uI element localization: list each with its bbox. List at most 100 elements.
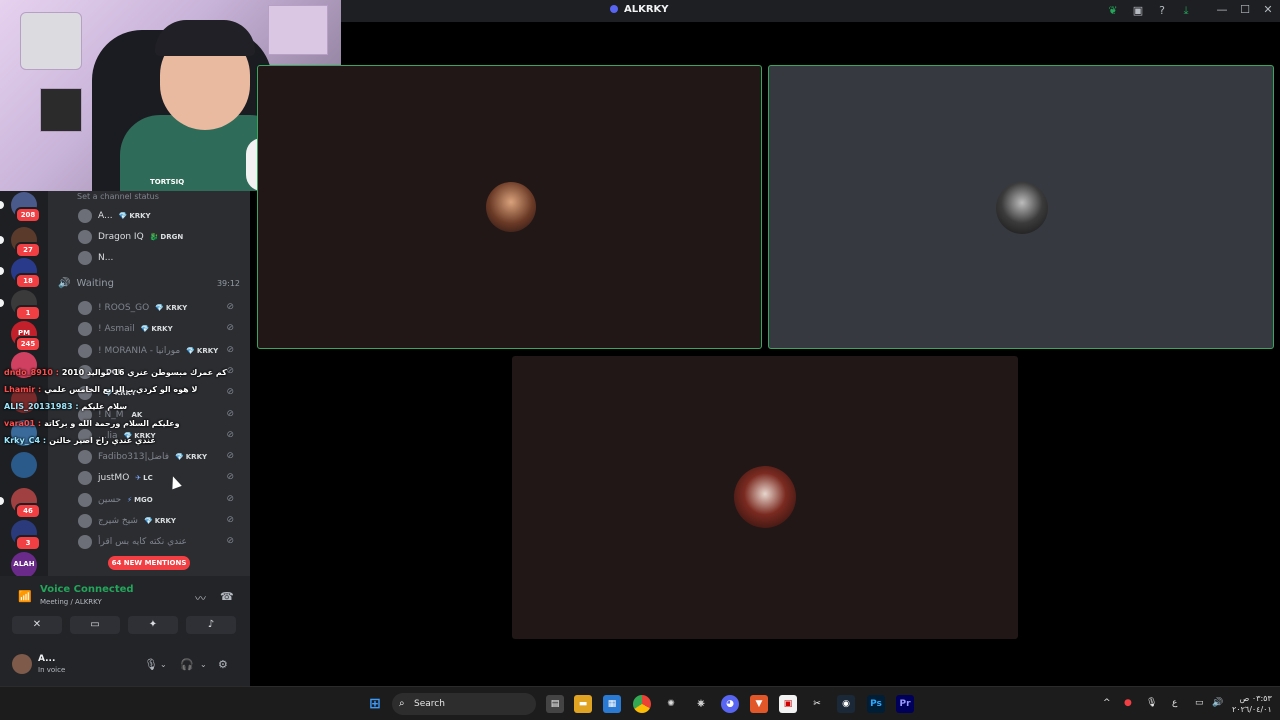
activities-button[interactable]: ✦ (128, 616, 178, 634)
voice-member[interactable]: شيخ شيرج 💎 KRKY ⊘ (78, 511, 246, 531)
camera-button[interactable]: ✕ (12, 616, 62, 634)
file-explorer-icon[interactable]: ▬ (574, 695, 592, 713)
server-icon[interactable]: 46 (0, 488, 41, 519)
server-icon[interactable] (11, 452, 37, 478)
task-view-icon[interactable]: ▤ (546, 695, 564, 713)
server-icon[interactable]: 27 (0, 227, 41, 258)
server-icon[interactable]: 1 (0, 290, 41, 321)
tray-microphone-icon[interactable]: 🎙 (1146, 698, 1157, 708)
tray-app-icon[interactable]: ● (1124, 698, 1132, 708)
chat-text: كم عمرك مبسوطن عنري 16 مواليد 2010 (61, 368, 227, 377)
voice-connected-status: Voice Connected (40, 584, 134, 595)
notes-app-icon[interactable]: ▣ (779, 695, 797, 713)
maximize-button[interactable]: ☐ (1234, 3, 1256, 19)
unread-indicator (0, 267, 4, 275)
member-clan-tag: 💎 KRKY (141, 325, 173, 333)
network-icon[interactable]: ▭ (1195, 698, 1204, 708)
server-icon[interactable]: 208 (0, 192, 41, 223)
chat-message: Lhamir : لا هوه الو كردي بـ الرابع الخامس… (4, 385, 197, 394)
server-icon[interactable]: 18 (0, 258, 41, 289)
server-label: ALAH (13, 560, 35, 568)
silver-play-button-plaque (20, 12, 82, 70)
voice-member[interactable]: Fadibo313|فاضل 💎 KRKY ⊘ (78, 447, 246, 467)
video-tile-3[interactable] (512, 356, 1018, 639)
mention-badge: 1 (15, 305, 41, 321)
close-button[interactable]: ✕ (1257, 3, 1279, 19)
server-icon[interactable]: PM 245 (11, 321, 41, 352)
windows-start-icon[interactable]: ⊞ (366, 695, 384, 713)
volume-icon[interactable]: 🔊 (1212, 698, 1223, 708)
voice-member[interactable]: justMO ✈ LC ⊘ (78, 468, 246, 488)
disconnect-icon[interactable]: ☎ (220, 590, 234, 603)
member-avatar (78, 450, 92, 465)
user-name[interactable]: A... (38, 654, 55, 664)
noise-suppression-icon[interactable]: 〰 (195, 590, 206, 606)
member-name: justMO (98, 473, 130, 484)
tray-chevron-icon[interactable]: ^ (1103, 698, 1111, 708)
video-tile-1[interactable] (257, 65, 762, 349)
microsoft-store-icon[interactable]: ▦ (603, 695, 621, 713)
voice-location[interactable]: Meeting / ALKRKY (40, 598, 102, 606)
server-icon[interactable]: 3 (11, 520, 41, 551)
voice-member[interactable]: N... (78, 248, 246, 268)
steering-wheel-icon[interactable]: ⎈ (692, 695, 710, 713)
signal-icon[interactable]: 📶 (18, 590, 32, 603)
chevron-down-icon[interactable]: ⌄ (160, 660, 167, 669)
voice-location-text: Meeting / ALKRKY (40, 598, 102, 606)
soundboard-button[interactable]: ♪ (186, 616, 236, 634)
voice-member[interactable]: A... 💎 KRKY (78, 206, 246, 226)
voice-member[interactable]: حسين ⚡ MGO ⊘ (78, 490, 246, 510)
openai-icon[interactable]: ✺ (662, 695, 680, 713)
voice-member[interactable]: ! Asmail 💎 KRKY ⊘ (78, 319, 246, 339)
member-clan-tag: 🐉 DRGN (150, 233, 184, 241)
help-icon[interactable]: ? (1155, 4, 1169, 18)
server-icon[interactable]: ALAH (11, 552, 37, 578)
chat-message: Krky_C4 : عندي عندي راح اصير خالتن (4, 436, 156, 445)
settings-gear-icon[interactable]: ⚙ (218, 658, 228, 671)
discord-taskbar-icon[interactable]: ◕ (721, 695, 739, 713)
chat-message: ALIS_20131983 : سلام عليكم (4, 402, 127, 411)
search-label: Search (414, 699, 445, 709)
steam-icon[interactable]: ◉ (837, 695, 855, 713)
mention-badge: 208 (15, 207, 41, 223)
headphones-icon[interactable]: 🎧 (180, 658, 194, 671)
clan-tag-text: KRKY (154, 517, 176, 525)
voice-member[interactable]: عندي نكته كايه بس اقرأ ⊘ (78, 532, 246, 552)
new-mentions-pill[interactable]: 64 NEW MENTIONS (108, 556, 190, 570)
taskbar-clock[interactable]: ٠٣:٥٣ ص ٢٠٢٦/٠٤/٠١ (1232, 693, 1272, 715)
participant-avatar (996, 182, 1048, 234)
capcut-icon[interactable]: ✂ (808, 695, 826, 713)
channel-status-placeholder[interactable]: Set a channel status (77, 192, 159, 201)
voice-member[interactable]: ! ROOS_GO 💎 KRKY ⊘ (78, 298, 246, 318)
clan-badge-icon: 💎 (186, 346, 195, 355)
premiere-icon[interactable]: Pr (896, 695, 914, 713)
mention-badge: 46 (15, 503, 41, 519)
inbox-icon[interactable]: ▣ (1131, 4, 1145, 18)
user-panel: 📶 Voice Connected Meeting / ALKRKY 〰 ☎ ✕… (0, 576, 250, 686)
brave-icon[interactable]: ▼ (750, 695, 768, 713)
member-avatar (78, 322, 92, 337)
voice-member[interactable]: ! MORANIA - مورانيا 💎 KRKY ⊘ (78, 341, 246, 361)
voice-member[interactable]: Dragon IQ 🐉 DRGN (78, 227, 246, 247)
muted-mic-icon: ⊘ (226, 536, 234, 547)
video-tile-2[interactable] (768, 65, 1274, 349)
chrome-icon[interactable] (633, 695, 651, 713)
clan-tag-text: LC (143, 474, 153, 483)
chevron-down-icon[interactable]: ⌄ (200, 660, 207, 669)
taskbar-search[interactable]: ⌕ Search (392, 693, 536, 715)
unread-indicator (0, 236, 4, 244)
chat-text: وعليكم السلام ورحمة الله و بركاتة (44, 419, 180, 428)
mention-badge: 27 (15, 242, 41, 258)
voice-channel-waiting[interactable]: 🔊 Waiting 39:12 (58, 278, 242, 294)
member-avatar (78, 251, 92, 265)
nitro-leaf-icon[interactable]: ❦ (1106, 4, 1120, 18)
unread-indicator (0, 201, 4, 209)
language-indicator[interactable]: ع (1172, 698, 1177, 708)
user-avatar[interactable] (12, 654, 32, 674)
microphone-icon[interactable]: 🎙 (144, 658, 158, 671)
screen-share-button[interactable]: ▭ (70, 616, 120, 634)
download-icon[interactable]: ⤓ (1179, 4, 1193, 18)
photoshop-icon[interactable]: Ps (867, 695, 885, 713)
minimize-button[interactable]: — (1211, 3, 1233, 19)
member-name: حسين (98, 494, 122, 505)
